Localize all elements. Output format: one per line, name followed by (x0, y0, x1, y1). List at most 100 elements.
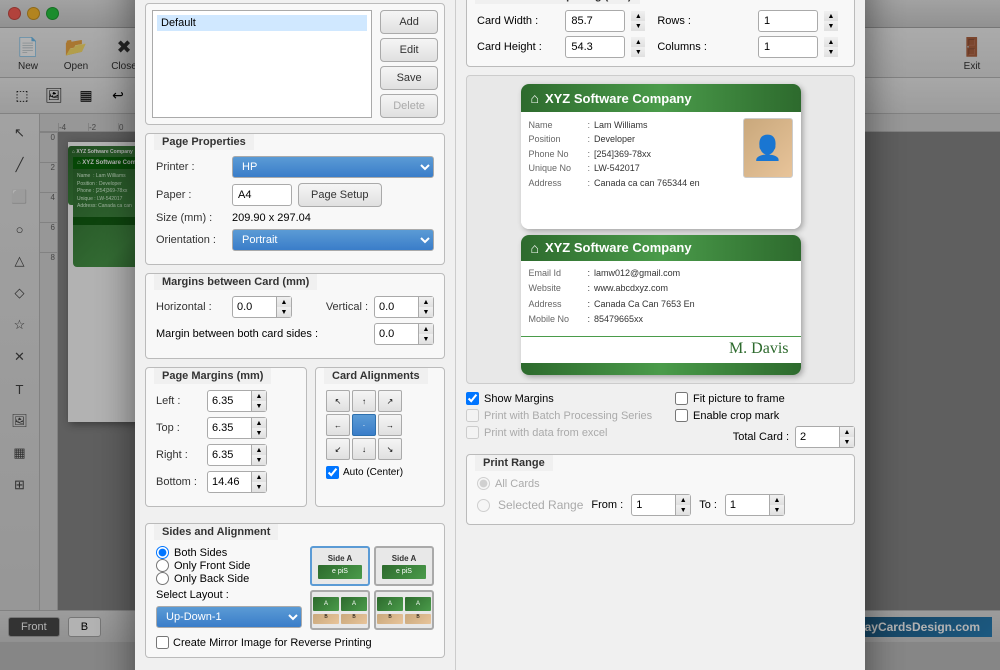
orientation-select[interactable]: Portrait (232, 229, 434, 251)
columns-input[interactable] (758, 36, 818, 58)
both-sides-radio[interactable] (156, 546, 169, 559)
email-row: Email Id : lamw012@gmail.com (529, 266, 793, 281)
front-only-radio[interactable] (156, 559, 169, 572)
excel-row: Print with data from excel (466, 426, 667, 439)
bottom-down[interactable]: ▼ (252, 482, 266, 492)
mobile-row: Mobile No : 85479665xx (529, 312, 793, 327)
card-front-header: ⌂ XYZ Software Company (521, 84, 801, 112)
vertical-input[interactable] (374, 296, 419, 318)
horizontal-input[interactable] (232, 296, 277, 318)
to-input[interactable] (725, 494, 770, 516)
layout-thumb-2[interactable]: Side A e piS (374, 546, 434, 586)
crop-mark-checkbox[interactable] (675, 409, 688, 422)
layout-select[interactable]: Up-Down-1 (156, 606, 302, 628)
align-mc[interactable]: · (352, 414, 376, 436)
left-down[interactable]: ▼ (252, 401, 266, 411)
profile-add-btn[interactable]: Add (380, 10, 438, 34)
to-up[interactable]: ▲ (770, 495, 784, 505)
mirror-checkbox[interactable] (156, 636, 169, 649)
all-cards-radio[interactable] (477, 477, 490, 490)
bottom-input[interactable] (207, 471, 252, 493)
profile-edit-btn[interactable]: Edit (380, 38, 438, 62)
margin-between-down[interactable]: ▼ (419, 334, 433, 344)
total-card-input[interactable] (795, 426, 840, 448)
total-card-down[interactable]: ▼ (840, 437, 854, 447)
print-options-right: Fit picture to frame Enable crop mark To… (675, 392, 855, 448)
top-down[interactable]: ▼ (252, 428, 266, 438)
from-input[interactable] (631, 494, 676, 516)
rows-down[interactable]: ▼ (824, 21, 838, 31)
size-value: 209.90 x 297.04 (232, 212, 311, 224)
height-up[interactable]: ▲ (631, 37, 645, 47)
align-tr[interactable]: ↗ (378, 390, 402, 412)
align-mr[interactable]: → (378, 414, 402, 436)
rows-up[interactable]: ▲ (824, 11, 838, 21)
profile-list: Default (152, 10, 372, 118)
right-up[interactable]: ▲ (252, 445, 266, 455)
align-tc[interactable]: ↑ (352, 390, 376, 412)
from-spinner: ▲ ▼ (631, 494, 691, 516)
top-input[interactable] (207, 417, 252, 439)
from-down[interactable]: ▼ (676, 505, 690, 515)
alignment-grid: ↖ ↑ ↗ ← · → ↙ ↓ ↘ (326, 390, 434, 460)
paper-input[interactable] (232, 184, 292, 206)
right-down[interactable]: ▼ (252, 455, 266, 465)
bottom-up[interactable]: ▲ (252, 472, 266, 482)
layout-thumb-3[interactable]: A A B B (310, 590, 370, 630)
layout-thumb-1[interactable]: Side A e piS (310, 546, 370, 586)
card-height-spinner: ▲ ▼ (631, 37, 651, 57)
card-height-input[interactable] (565, 36, 625, 58)
margin-between-input[interactable] (374, 323, 419, 345)
align-ml[interactable]: ← (326, 414, 350, 436)
excel-checkbox[interactable] (466, 426, 479, 439)
fit-picture-checkbox[interactable] (675, 392, 688, 405)
card-back-header: ⌂ XYZ Software Company (521, 235, 801, 261)
horizontal-down[interactable]: ▼ (277, 307, 291, 317)
to-down[interactable]: ▼ (770, 505, 784, 515)
from-up[interactable]: ▲ (676, 495, 690, 505)
card-width-input[interactable] (565, 10, 625, 32)
batch-checkbox[interactable] (466, 409, 479, 422)
home-icon: ⌂ (531, 90, 539, 106)
printer-row: Printer : HP (156, 156, 434, 178)
profile-delete-btn[interactable]: Delete (380, 94, 438, 118)
show-margins-checkbox[interactable] (466, 392, 479, 405)
auto-center-checkbox[interactable] (326, 466, 339, 479)
rows-spinner: ▲ ▼ (824, 11, 844, 31)
print-dialog-overlay: Print ✕ Print Profile Default Add (0, 0, 1000, 670)
left-input[interactable] (207, 390, 252, 412)
back-only-radio[interactable] (156, 572, 169, 585)
page-margins-content: Left : ▲ ▼ Top : (146, 384, 306, 506)
align-br[interactable]: ↘ (378, 438, 402, 460)
width-up[interactable]: ▲ (631, 11, 645, 21)
print-options-row: Show Margins Print with Batch Processing… (466, 392, 855, 448)
selected-range-row: Selected Range From : ▲ ▼ To : (477, 494, 844, 516)
left-up[interactable]: ▲ (252, 391, 266, 401)
unique-row: Unique No : LW-542017 (529, 161, 735, 175)
dialog-body: Print Profile Default Add Edit Save Dele… (135, 0, 865, 670)
vertical-up[interactable]: ▲ (419, 297, 433, 307)
align-bl[interactable]: ↙ (326, 438, 350, 460)
dialog-right-panel: Card Size and Spacing (mm) Card Width : … (456, 0, 865, 670)
page-setup-btn[interactable]: Page Setup (298, 183, 382, 207)
right-input[interactable] (207, 444, 252, 466)
horizontal-up[interactable]: ▲ (277, 297, 291, 307)
layout-thumb-4[interactable]: A A B B (374, 590, 434, 630)
columns-down[interactable]: ▼ (824, 47, 838, 57)
top-up[interactable]: ▲ (252, 418, 266, 428)
selected-range-radio[interactable] (477, 499, 490, 512)
height-down[interactable]: ▼ (631, 47, 645, 57)
margin-between-up[interactable]: ▲ (419, 324, 433, 334)
total-card-up[interactable]: ▲ (840, 427, 854, 437)
profile-buttons: Add Edit Save Delete (380, 10, 438, 118)
rows-input[interactable] (758, 10, 818, 32)
bottom-margin-row: Bottom : ▲ ▼ (156, 471, 296, 493)
profile-save-btn[interactable]: Save (380, 66, 438, 90)
select-layout-row: Select Layout : (156, 589, 302, 601)
vertical-down[interactable]: ▼ (419, 307, 433, 317)
align-tl[interactable]: ↖ (326, 390, 350, 412)
width-down[interactable]: ▼ (631, 21, 645, 31)
align-bc[interactable]: ↓ (352, 438, 376, 460)
printer-select[interactable]: HP (232, 156, 434, 178)
columns-up[interactable]: ▲ (824, 37, 838, 47)
